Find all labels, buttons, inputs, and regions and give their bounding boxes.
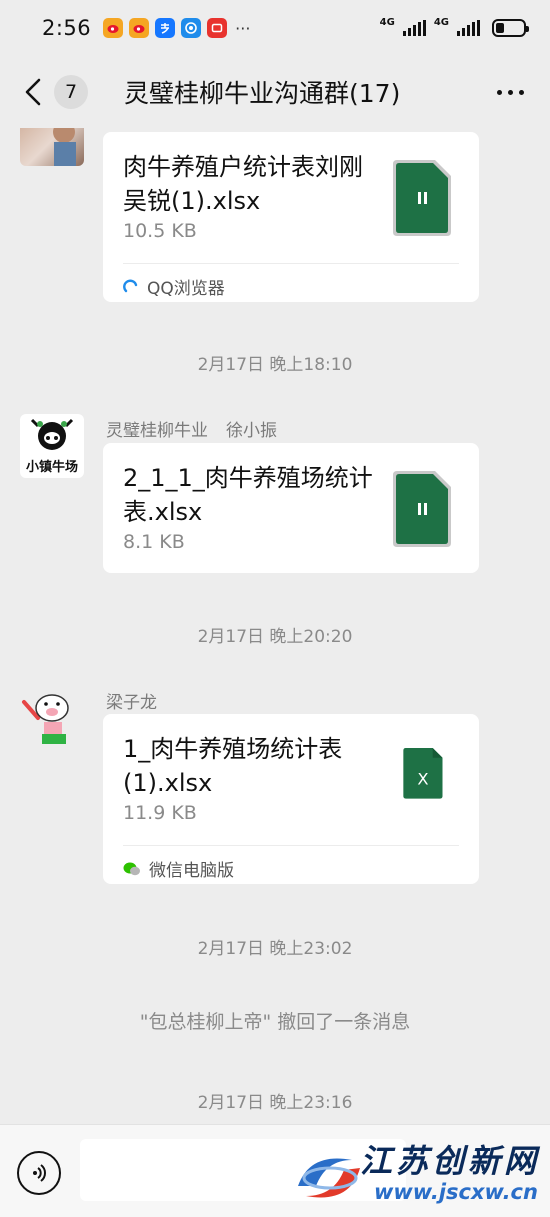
file-source-label: QQ浏览器 <box>147 279 225 299</box>
weibo-icon <box>103 18 124 38</box>
watermark: 江苏创新网 www.jscxw.cn <box>290 1136 548 1214</box>
file-name: 1_肉牛养殖场统计表(1).xlsx <box>123 735 343 797</box>
file-size: 10.5 KB <box>123 220 197 242</box>
voice-icon <box>33 1164 46 1182</box>
paused-download-icon <box>393 160 451 236</box>
signal-icon <box>457 20 480 36</box>
excel-icon: X <box>403 748 443 799</box>
status-bar: 2:56 ··· 4G 4G <box>0 0 550 56</box>
recall-notice: "包总桂柳上帝" 撤回了一条消息 <box>139 1011 411 1033</box>
file-message-card[interactable]: 1_肉牛养殖场统计表(1).xlsx 11.9 KB X 微信电脑版 <box>103 714 479 884</box>
signal-icon <box>402 20 426 36</box>
timestamp: 2月17日 晚上20:20 <box>197 627 353 647</box>
file-size: 11.9 KB <box>123 802 197 824</box>
card-divider <box>123 263 459 264</box>
alipay-icon <box>155 18 176 38</box>
chat-title: 灵璧桂柳牛业沟通群(17) <box>124 79 401 108</box>
browser-icon <box>181 18 202 38</box>
paused-download-icon <box>393 471 451 547</box>
avatar[interactable]: 小镇牛场 <box>20 414 84 478</box>
watermark-logo <box>298 1158 360 1198</box>
weibo-icon <box>129 18 150 38</box>
network-type-1: 4G <box>379 16 395 28</box>
timestamp: 2月17日 晚上23:02 <box>197 939 353 959</box>
status-time: 2:56 <box>42 16 92 40</box>
message-icon <box>207 18 228 38</box>
sender-name: 灵璧桂柳牛业 徐小振 <box>106 416 277 441</box>
avatar-label: 小镇牛场 <box>25 460 78 475</box>
chat-header: 7 灵璧桂柳牛业沟通群(17) <box>0 56 550 128</box>
more-dots-icon <box>496 89 502 95</box>
sender-nickname: 梁子龙 <box>106 693 157 713</box>
avatar[interactable] <box>20 688 84 752</box>
timestamp: 2月17日 晚上18:10 <box>197 355 353 375</box>
more-notifications-icon: ··· <box>235 18 251 38</box>
wechat-icon <box>123 862 140 875</box>
sender-nickname: 徐小振 <box>226 421 277 441</box>
sender-name: 梁子龙 <box>106 688 157 713</box>
network-type-2: 4G <box>433 16 449 28</box>
file-source-label: 微信电脑版 <box>149 861 234 881</box>
file-size: 8.1 KB <box>123 531 185 553</box>
voice-input-button[interactable] <box>17 1151 61 1195</box>
system-indicators: 4G 4G <box>379 16 529 37</box>
back-button[interactable] <box>20 72 46 112</box>
qq-browser-icon <box>123 279 138 292</box>
file-source: 微信电脑版 <box>123 856 234 881</box>
battery-level <box>496 23 504 33</box>
battery-icon <box>492 19 529 37</box>
more-options-button[interactable] <box>490 72 530 112</box>
avatar[interactable] <box>20 128 84 166</box>
file-name: 肉牛养殖户统计表刘刚吴锐(1).xlsx <box>123 153 363 215</box>
file-name: 2_1_1_肉牛养殖场统计表.xlsx <box>123 464 373 526</box>
file-source: QQ浏览器 <box>123 274 225 299</box>
unread-count-badge[interactable]: 7 <box>54 75 88 109</box>
watermark-url: www.jscxw.cn <box>374 1180 538 1204</box>
file-message-card[interactable]: 2_1_1_肉牛养殖场统计表.xlsx 8.1 KB <box>103 443 479 573</box>
notification-icons: ··· <box>103 18 250 38</box>
chevron-left-icon <box>25 78 41 106</box>
message-list[interactable]: 肉牛养殖户统计表刘刚吴锐(1).xlsx 10.5 KB QQ浏览器 2月17日… <box>0 128 550 1124</box>
excel-letter: X <box>417 770 428 789</box>
watermark-text: 江苏创新网 <box>360 1142 541 1180</box>
card-divider <box>123 845 459 846</box>
timestamp: 2月17日 晚上23:16 <box>197 1093 353 1113</box>
file-message-card[interactable]: 肉牛养殖户统计表刘刚吴锐(1).xlsx 10.5 KB QQ浏览器 <box>103 132 479 302</box>
sender-group-nickname: 灵璧桂柳牛业 <box>106 421 208 441</box>
